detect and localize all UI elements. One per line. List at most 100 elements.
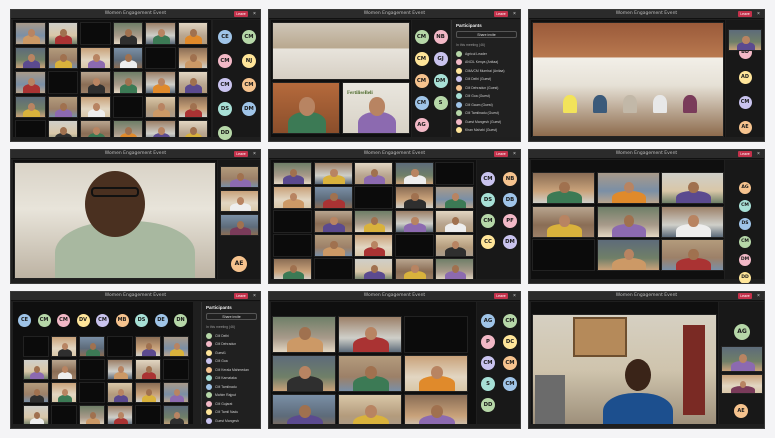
participant-list-item[interactable]: Guest1 <box>206 349 259 356</box>
leave-button[interactable]: Leave <box>494 151 508 157</box>
participant-avatar[interactable]: NJ <box>242 54 256 68</box>
share-invite-button[interactable]: Share invite <box>456 31 517 38</box>
participant-avatar[interactable]: PF <box>503 214 517 228</box>
participant-list-item[interactable]: CM Tamilnadu (Guest) <box>456 110 519 116</box>
participant-avatar[interactable]: P <box>481 335 495 349</box>
participant-avatar[interactable]: CM <box>481 356 495 370</box>
leave-button[interactable]: Leave <box>494 11 508 17</box>
participant-avatar[interactable]: CM <box>37 314 51 327</box>
leave-button[interactable]: Leave <box>234 11 248 17</box>
participant-avatar[interactable]: AE <box>734 404 748 418</box>
participant-avatar[interactable]: CM <box>414 30 429 44</box>
close-icon[interactable]: × <box>511 151 518 157</box>
participant-avatar[interactable]: DE <box>154 314 168 327</box>
participant-avatar[interactable]: CE <box>18 314 31 327</box>
participant-list-item[interactable]: CM Kerala Mahmedan <box>206 366 259 373</box>
leave-button[interactable]: Leave <box>234 151 248 157</box>
participant-avatar[interactable]: DS <box>739 218 751 230</box>
participant-avatar[interactable]: CM <box>503 356 517 370</box>
participant-list-item[interactable]: CMA/CM Mumbai (Anitaa) <box>456 67 519 74</box>
participant-avatar[interactable]: CM <box>481 172 495 186</box>
participant-avatar[interactable]: CM <box>242 30 256 44</box>
leave-button[interactable]: Leave <box>738 293 752 299</box>
participant-avatar[interactable]: CM <box>481 214 495 228</box>
participant-avatar[interactable]: CM <box>96 314 109 327</box>
participant-list-item[interactable]: CM Gujarat <box>206 400 259 407</box>
participant-avatar[interactable]: NB <box>503 172 517 186</box>
leave-button[interactable]: Leave <box>234 293 248 299</box>
participant-avatar[interactable]: NB <box>433 30 448 44</box>
participant-avatar[interactable]: DS <box>135 314 148 327</box>
participant-list-item[interactable]: CM Goa <box>206 358 259 364</box>
participant-avatar[interactable]: CM <box>218 54 232 68</box>
participant-avatar[interactable]: DD <box>481 398 495 412</box>
participant-avatar[interactable]: S <box>481 377 495 391</box>
participant-avatar[interactable]: MB <box>115 314 129 327</box>
participant-avatar[interactable]: AE <box>738 121 752 134</box>
participant-list-item[interactable]: Guest Mangesh <box>206 417 259 424</box>
participant-avatar[interactable]: DB <box>503 193 517 207</box>
close-icon[interactable]: × <box>755 293 762 299</box>
close-icon[interactable]: × <box>511 293 518 299</box>
leave-button[interactable]: Leave <box>738 11 752 17</box>
participant-list-item[interactable]: CM Delhi <box>206 332 259 339</box>
participant-list-item[interactable]: Mahim Rajput <box>206 392 259 398</box>
close-icon[interactable]: × <box>755 151 762 157</box>
participant-list-item[interactable]: CM Dehradun <box>206 341 259 347</box>
participant-list-item[interactable]: CM Tamil Nadu <box>206 409 259 415</box>
participant-avatar[interactable]: CM <box>414 96 429 110</box>
close-icon[interactable]: × <box>755 11 762 17</box>
participant-avatar[interactable]: AG <box>481 314 495 328</box>
participant-avatar[interactable]: DM <box>503 235 517 249</box>
participant-avatar[interactable]: AE <box>231 256 247 272</box>
participant-avatar[interactable]: AD <box>738 71 752 84</box>
participant-avatar[interactable]: DM <box>242 102 256 116</box>
participant-avatar[interactable]: CM <box>738 96 752 109</box>
participant-avatar[interactable]: CM <box>739 236 751 248</box>
participant-list-item[interactable]: Khan Mahzbi (Guest) <box>456 127 519 133</box>
participant-avatar[interactable]: CM <box>414 74 429 88</box>
participant-avatar[interactable]: CM <box>503 314 517 328</box>
participant-avatar[interactable]: DD <box>218 126 232 140</box>
participant-list-item[interactable]: CM Dehradun (Guest) <box>456 84 519 91</box>
close-icon[interactable]: × <box>251 11 258 17</box>
leave-button[interactable]: Leave <box>738 151 752 157</box>
close-icon[interactable]: × <box>511 11 518 17</box>
participant-list-item[interactable]: CM Gaum (Guest) <box>456 101 519 108</box>
participant-avatar[interactable]: AG <box>739 182 751 194</box>
participant-avatar[interactable]: DM <box>739 254 751 266</box>
participant-list-item[interactable]: Agricul Leader <box>456 50 519 57</box>
participant-avatar[interactable]: CM <box>218 78 232 92</box>
participant-avatar <box>206 383 212 390</box>
participant-avatar[interactable]: CM <box>503 377 517 391</box>
participant-avatar[interactable]: DS <box>218 102 232 116</box>
participant-avatar[interactable]: DN <box>174 314 187 327</box>
leave-button[interactable]: Leave <box>494 293 508 299</box>
participant-avatar[interactable]: GJ <box>433 52 448 66</box>
participant-list-item[interactable]: In this meeting (46) <box>456 42 519 48</box>
participant-list-item[interactable]: Guest Mangesh (Guest) <box>456 118 519 125</box>
participant-avatar[interactable]: DV <box>76 314 90 327</box>
participant-avatar[interactable]: CE <box>218 30 232 44</box>
participant-list-item[interactable]: CM Tamilnadu <box>206 383 259 390</box>
participant-avatar[interactable]: CM <box>739 200 751 212</box>
participant-list-item[interactable]: In this meeting (46) <box>206 324 259 330</box>
participant-list-item[interactable]: CM Karnataka <box>206 375 259 381</box>
participant-avatar[interactable]: CC <box>481 235 495 249</box>
participant-avatar[interactable]: AG <box>414 118 429 132</box>
participant-avatar[interactable]: CM <box>242 78 256 92</box>
participant-avatar[interactable]: AG <box>734 324 750 340</box>
close-icon[interactable]: × <box>251 293 258 299</box>
participant-avatar[interactable]: CM <box>57 314 70 327</box>
share-invite-button[interactable]: Share invite <box>206 313 257 320</box>
participant-avatar[interactable]: DC <box>503 335 517 349</box>
participant-avatar[interactable]: DS <box>481 193 495 207</box>
participant-list-item[interactable]: CM Goa (Guest) <box>456 93 519 99</box>
participant-list-item[interactable]: ANCIL Kenya (Anitaa) <box>456 59 519 65</box>
participant-avatar[interactable]: CM <box>414 52 429 66</box>
participant-list-item[interactable]: CM Delhi (Guest) <box>456 76 519 82</box>
close-icon[interactable]: × <box>251 151 258 157</box>
participant-avatar[interactable]: S <box>433 96 448 110</box>
participant-avatar[interactable]: DM <box>433 74 448 88</box>
participant-avatar[interactable]: DD <box>739 272 751 283</box>
